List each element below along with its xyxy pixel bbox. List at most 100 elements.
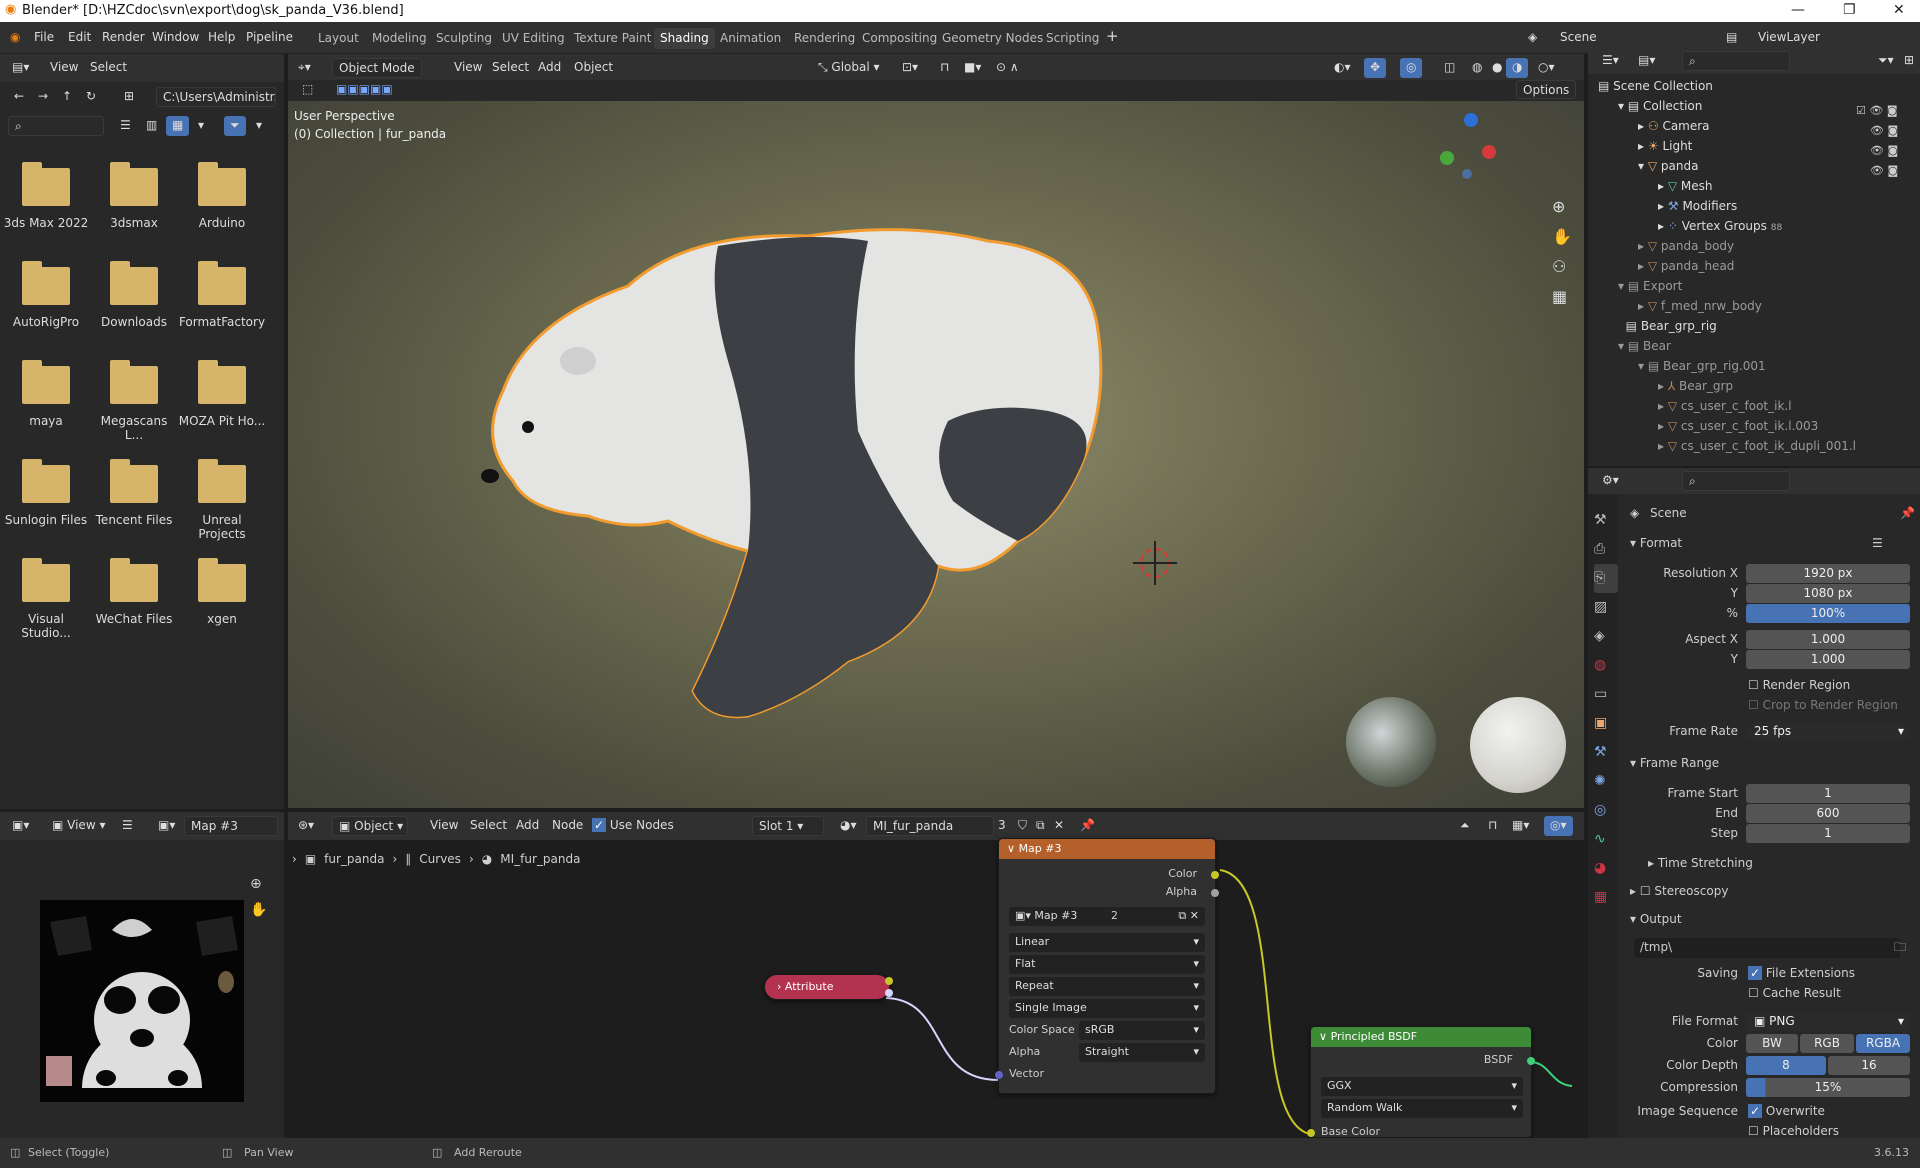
subsurface-method-dropdown[interactable]: Random Walk ▾ <box>1321 1099 1523 1118</box>
source-dropdown[interactable]: Single Image ▾ <box>1009 999 1205 1018</box>
output-tab-icon[interactable]: ⎘ <box>1594 564 1618 593</box>
outliner-scene-collection[interactable]: ▤ Scene Collection <box>1598 79 1713 93</box>
options-dropdown[interactable]: Options <box>1516 80 1577 99</box>
properties-search-input[interactable]: ⌕ <box>1682 471 1790 491</box>
render-region-checkbox[interactable]: ☐ Render Region <box>1748 678 1850 692</box>
resolution-x-field[interactable]: 1920 px <box>1746 564 1910 583</box>
time-stretching-subpanel[interactable]: ▸ Time Stretching <box>1648 856 1753 870</box>
socket-basecolor-in[interactable] <box>1307 1129 1315 1137</box>
folder-item[interactable]: FormatFactory <box>178 261 266 329</box>
principled-bsdf-node[interactable]: ∨ Principled BSDF BSDF GGX ▾ Random Walk ▾… <box>1307 1026 1535 1138</box>
folder-item[interactable]: Sunlogin Files <box>2 459 90 527</box>
folder-item[interactable]: maya <box>2 360 90 428</box>
view-layer-tab-icon[interactable]: ▨ <box>1594 593 1618 622</box>
outliner-item[interactable]: ▾ ▤ Export <box>1618 279 1682 293</box>
tab-uv-editing[interactable]: UV Editing <box>496 28 571 49</box>
blender-menu-icon[interactable]: ◉ <box>10 30 20 44</box>
sort-dropdown-icon[interactable]: ▾ <box>192 116 210 136</box>
cache-result-checkbox[interactable]: ☐ Cache Result <box>1748 986 1841 1000</box>
tab-layout[interactable]: Layout <box>312 28 365 49</box>
viewport-editor-type-icon[interactable]: ⌖▾ <box>292 58 317 78</box>
menu-window[interactable]: Window <box>152 30 199 44</box>
image-editor[interactable]: ⊕ ✋ <box>0 840 284 1138</box>
ne-menu-node[interactable]: Node <box>546 816 589 836</box>
camera-view-icon[interactable]: ⚇ <box>1552 257 1566 276</box>
gizmo-x-axis-icon[interactable] <box>1482 145 1496 159</box>
outliner-item[interactable]: ▾ ▽ panda <box>1638 159 1698 173</box>
outliner-item[interactable]: ▸ ⚇ Camera <box>1638 119 1710 133</box>
folder-item[interactable]: Unreal Projects <box>178 459 266 541</box>
node-snap-target-icon[interactable]: ▦▾ <box>1506 816 1535 836</box>
object-tab-icon[interactable]: ▣ <box>1594 709 1618 738</box>
outliner-item[interactable]: ▤ Bear_grp_rig <box>1618 319 1717 333</box>
add-workspace-icon[interactable]: + <box>1106 27 1119 45</box>
vp-menu-view[interactable]: View <box>448 58 488 78</box>
attribute-node[interactable]: › Attribute <box>764 974 893 1000</box>
socket-color-out[interactable] <box>1211 871 1219 879</box>
outliner-item[interactable]: ▸ ▽ cs_user_c_foot_ik.l.003 <box>1658 419 1818 433</box>
tool-tab-icon[interactable]: ⚒ <box>1594 506 1618 535</box>
material-tab-icon[interactable]: ◕ <box>1594 854 1618 883</box>
folder-item[interactable]: 3ds Max 2022 <box>2 162 90 230</box>
material-browse-icon[interactable]: ◕▾ <box>834 816 863 836</box>
material-name-field[interactable]: MI_fur_panda <box>866 816 994 836</box>
interpolation-dropdown[interactable]: Linear ▾ <box>1009 933 1205 952</box>
folder-item[interactable]: Visual Studio... <box>2 558 90 640</box>
depth-16-button[interactable]: 16 <box>1828 1056 1910 1075</box>
outliner-item[interactable]: ▾ ▤ Collection <box>1618 99 1702 113</box>
vp-menu-add[interactable]: Add <box>532 58 567 78</box>
shader-type-dropdown[interactable]: ▣ Object ▾ <box>332 816 408 836</box>
preset-list-icon[interactable]: ☰ <box>1872 536 1883 550</box>
socket-alpha-out[interactable] <box>1211 889 1219 897</box>
extension-dropdown[interactable]: Repeat ▾ <box>1009 977 1205 996</box>
outliner-item[interactable]: ▾ ▤ Bear_grp_rig.001 <box>1638 359 1766 373</box>
gizmo-z-axis-icon[interactable] <box>1464 113 1478 127</box>
distribution-dropdown[interactable]: GGX ▾ <box>1321 1077 1523 1096</box>
snap-icon[interactable]: ⊓ <box>1482 816 1503 836</box>
aspect-y-field[interactable]: 1.000 <box>1746 650 1910 669</box>
folder-item[interactable]: Arduino <box>178 162 266 230</box>
unlink-material-icon[interactable]: ✕ <box>1048 816 1070 836</box>
image-view-mode-dropdown[interactable]: ▣ View ▾ <box>46 816 111 836</box>
gizmo-y-axis-icon[interactable] <box>1440 151 1454 165</box>
minimize-icon[interactable]: — <box>1791 2 1805 18</box>
color-rgb-button[interactable]: RGB <box>1800 1034 1854 1053</box>
menu-edit[interactable]: Edit <box>68 30 91 44</box>
world-tab-icon[interactable]: ◍ <box>1594 651 1618 680</box>
fb-search-input[interactable]: ⌕ <box>8 116 104 136</box>
properties-editor-type-icon[interactable]: ⚙▾ <box>1596 471 1625 491</box>
menu-pipeline[interactable]: Pipeline <box>246 30 293 44</box>
select-tool-icon[interactable]: ⬚ <box>296 80 319 100</box>
parent-node-tree-icon[interactable]: ⏶ <box>1454 816 1476 836</box>
xray-icon[interactable]: ◫ <box>1438 58 1461 78</box>
folder-item[interactable]: Megascans L... <box>90 360 178 442</box>
tab-geometry-nodes[interactable]: Geometry Nodes <box>936 28 1049 49</box>
tab-rendering[interactable]: Rendering <box>788 28 861 49</box>
object-mode-dropdown[interactable]: Object Mode <box>332 58 422 78</box>
scene-selector[interactable]: Scene <box>1560 30 1597 44</box>
socket-bsdf-out[interactable] <box>1527 1057 1535 1065</box>
folder-item[interactable]: MOZA Pit Ho... <box>178 360 266 428</box>
depth-8-button[interactable]: 8 <box>1746 1056 1826 1075</box>
ne-menu-select[interactable]: Select <box>464 816 513 836</box>
socket-vector-in[interactable] <box>995 1071 1003 1079</box>
image-datablock-field[interactable]: ▣▾ Map #3 ⧉ ✕ <box>1009 907 1205 926</box>
tab-modeling[interactable]: Modeling <box>366 28 433 49</box>
outliner-item[interactable]: ▸ ⁘ Vertex Groups 88 <box>1658 219 1782 233</box>
rendered-shading-icon[interactable]: ○▾ <box>1532 58 1561 78</box>
socket-vector-out[interactable] <box>885 989 893 997</box>
color-rgba-button[interactable]: RGBA <box>1856 1034 1910 1053</box>
file-browse-icon[interactable]: 🗀 <box>1894 938 1906 959</box>
forward-icon[interactable]: → <box>32 87 54 107</box>
use-nodes-checkbox[interactable]: ✓ Use Nodes <box>586 816 680 836</box>
ortho-toggle-icon[interactable]: ▦ <box>1552 287 1567 306</box>
image-name-field[interactable]: Map #3 <box>184 816 278 836</box>
3d-viewport[interactable]: User Perspective (0) Collection | fur_pa… <box>288 101 1584 808</box>
modifier-tab-icon[interactable]: ⚒ <box>1594 738 1618 767</box>
node-overlay-icon[interactable]: ◎▾ <box>1544 816 1573 836</box>
visibility-icon[interactable]: ◐▾ <box>1328 58 1357 78</box>
viewlayer-selector[interactable]: ViewLayer <box>1758 30 1820 44</box>
tab-texture-paint[interactable]: Texture Paint <box>568 28 657 49</box>
image-editor-type-icon[interactable]: ▣▾ <box>6 816 35 836</box>
menu-render[interactable]: Render <box>102 30 145 44</box>
